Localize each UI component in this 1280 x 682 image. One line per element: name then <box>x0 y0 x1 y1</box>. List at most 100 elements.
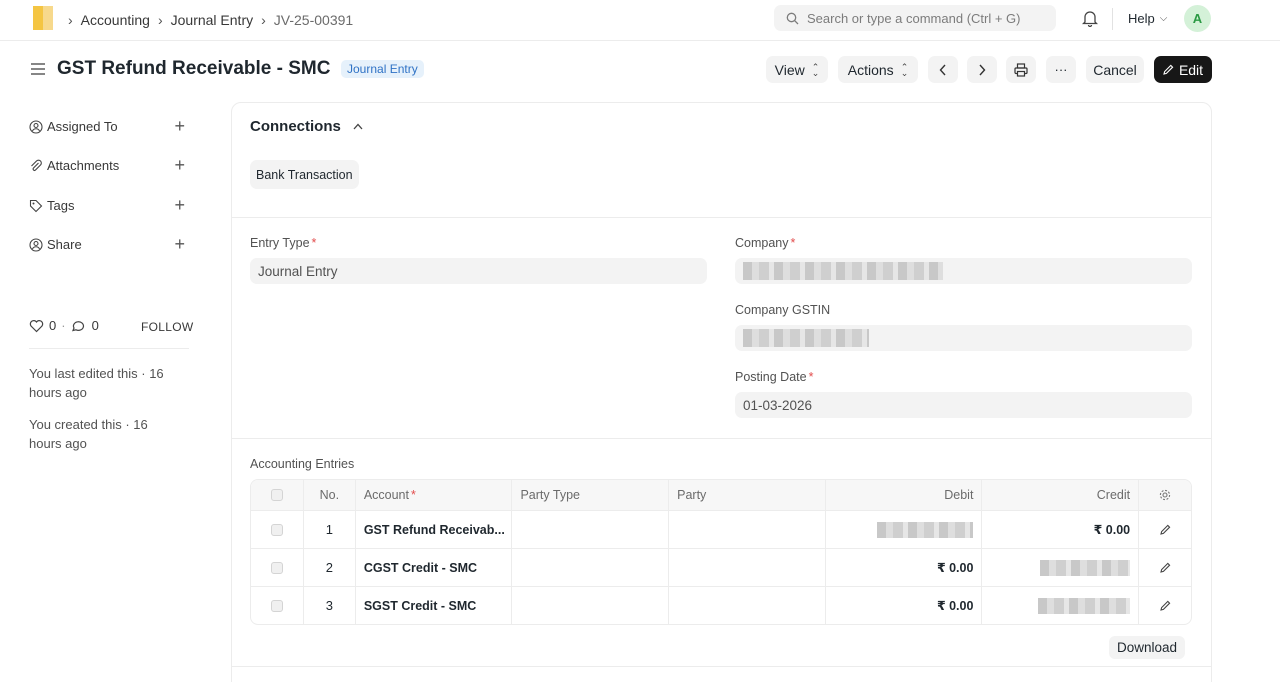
updown-icon: ⌃ ⌄ <box>811 61 820 78</box>
next-button[interactable] <box>967 56 997 83</box>
search-placeholder: Search or type a command (Ctrl + G) <box>807 10 1021 26</box>
row-account[interactable]: CGST Credit - SMC <box>354 549 512 586</box>
select-all-checkbox[interactable] <box>251 480 303 510</box>
doctype-badge: Journal Entry <box>341 60 424 78</box>
company-gstin-field[interactable] <box>735 325 1192 351</box>
column-debit: Debit <box>824 480 982 510</box>
download-button[interactable]: Download <box>1109 636 1186 659</box>
row-edit-button[interactable] <box>1138 511 1191 548</box>
view-button-label: View <box>774 61 805 78</box>
pencil-icon <box>1159 600 1170 611</box>
pencil-icon <box>1159 524 1170 535</box>
posting-date-field[interactable]: 01-03-2026 <box>735 392 1192 418</box>
company-gstin-label: Company GSTIN <box>735 303 831 317</box>
row-credit[interactable] <box>981 549 1138 586</box>
sidebar-divider <box>29 348 189 349</box>
page-title: GST Refund Receivable - SMC <box>57 58 331 79</box>
sidebar-item-label: Share <box>47 237 82 252</box>
row-party-type[interactable] <box>511 511 668 548</box>
heart-icon[interactable] <box>29 319 44 333</box>
connections-header[interactable]: Connections <box>250 118 363 135</box>
sidebar-item-label: Tags <box>47 198 75 213</box>
row-debit[interactable] <box>824 511 982 548</box>
actions-button[interactable]: Actions ⌃ ⌄ <box>838 56 918 83</box>
redacted-value <box>743 262 943 280</box>
row-party[interactable] <box>668 587 825 624</box>
section-divider <box>232 666 1211 667</box>
navbar-divider <box>1112 8 1113 30</box>
print-button[interactable] <box>1006 56 1036 83</box>
dot-separator: · <box>61 318 66 333</box>
assign-icon <box>29 119 43 134</box>
row-account[interactable]: GST Refund Receivab... <box>354 511 512 548</box>
connection-bank-transaction[interactable]: Bank Transaction <box>250 160 359 189</box>
form-card: Connections Bank Transaction Entry Type *… <box>231 102 1212 682</box>
cancel-button-label: Cancel <box>1093 61 1137 78</box>
row-account[interactable]: SGST Credit - SMC <box>354 587 512 624</box>
sidebar-item-label: Attachments <box>47 158 120 173</box>
row-credit[interactable] <box>981 587 1138 624</box>
row-checkbox[interactable] <box>251 511 303 548</box>
search-icon <box>786 12 799 24</box>
cancel-button[interactable]: Cancel <box>1086 56 1144 83</box>
avatar[interactable]: A <box>1184 5 1211 32</box>
sidebar-item-label: Assigned To <box>47 119 118 134</box>
table-row[interactable]: 3 SGST Credit - SMC ₹ 0.00 <box>251 586 1191 624</box>
column-settings[interactable] <box>1138 480 1191 510</box>
table-row[interactable]: 1 GST Refund Receivab... ₹ 0.00 <box>251 510 1191 548</box>
entry-type-value: Journal Entry <box>258 263 338 279</box>
created-text: You created this · 16 hours ago <box>29 417 148 451</box>
chevron-left-icon <box>939 64 946 75</box>
row-edit-button[interactable] <box>1138 549 1191 586</box>
bell-icon[interactable] <box>1082 9 1098 27</box>
sidebar-item-share[interactable]: Share + <box>29 234 185 255</box>
column-credit: Credit <box>981 480 1138 510</box>
entry-type-label: Entry Type * <box>250 236 317 250</box>
posting-date-label: Posting Date * <box>735 370 814 384</box>
row-debit[interactable]: ₹ 0.00 <box>824 587 982 624</box>
row-checkbox[interactable] <box>251 587 303 624</box>
column-party: Party <box>668 480 825 510</box>
redacted-value <box>743 329 869 347</box>
comments-count: 0 <box>91 318 99 333</box>
row-debit[interactable]: ₹ 0.00 <box>824 549 982 586</box>
sidebar-item-attachments[interactable]: Attachments + <box>29 155 185 176</box>
table-row[interactable]: 2 CGST Credit - SMC ₹ 0.00 <box>251 548 1191 586</box>
sidebar-item-tags[interactable]: Tags + <box>29 195 185 216</box>
sidebar-item-assigned-to[interactable]: Assigned To + <box>29 116 185 137</box>
breadcrumb-current[interactable]: JV-25-00391 <box>274 12 353 28</box>
help-menu[interactable]: Help ⌵ <box>1128 11 1167 26</box>
plus-icon[interactable]: + <box>174 234 185 255</box>
ellipsis-icon: ··· <box>1054 62 1068 77</box>
comment-icon[interactable] <box>71 319 86 333</box>
row-party-type[interactable] <box>511 587 668 624</box>
plus-icon[interactable]: + <box>174 195 185 216</box>
company-field[interactable] <box>735 258 1192 284</box>
plus-icon[interactable]: + <box>174 155 185 176</box>
more-options-button[interactable]: ··· <box>1046 56 1076 83</box>
column-account: Account * <box>354 480 512 510</box>
paperclip-icon <box>31 159 42 171</box>
breadcrumb-journal-entry[interactable]: Journal Entry <box>171 12 253 28</box>
previous-button[interactable] <box>928 56 958 83</box>
connections-title: Connections <box>250 118 341 135</box>
follow-button[interactable]: FOLLOW <box>141 320 193 334</box>
row-party-type[interactable] <box>511 549 668 586</box>
breadcrumb: › Accounting › Journal Entry › JV-25-003… <box>64 12 353 28</box>
sidebar-toggle-icon[interactable] <box>31 62 45 76</box>
app-logo[interactable] <box>33 6 53 30</box>
row-party[interactable] <box>668 549 825 586</box>
chevron-up-icon <box>353 123 363 130</box>
search-input[interactable]: Search or type a command (Ctrl + G) <box>774 5 1056 31</box>
view-button[interactable]: View ⌃ ⌄ <box>766 56 828 83</box>
row-party[interactable] <box>668 511 825 548</box>
chevron-down-icon: ⌵ <box>1159 13 1168 24</box>
edit-button[interactable]: Edit <box>1154 56 1212 83</box>
row-credit[interactable]: ₹ 0.00 <box>981 511 1138 548</box>
row-checkbox[interactable] <box>251 549 303 586</box>
entry-type-field[interactable]: Journal Entry <box>250 258 707 284</box>
row-no: 2 <box>302 549 355 586</box>
plus-icon[interactable]: + <box>174 116 185 137</box>
row-edit-button[interactable] <box>1138 587 1191 624</box>
breadcrumb-accounting[interactable]: Accounting <box>81 12 150 28</box>
